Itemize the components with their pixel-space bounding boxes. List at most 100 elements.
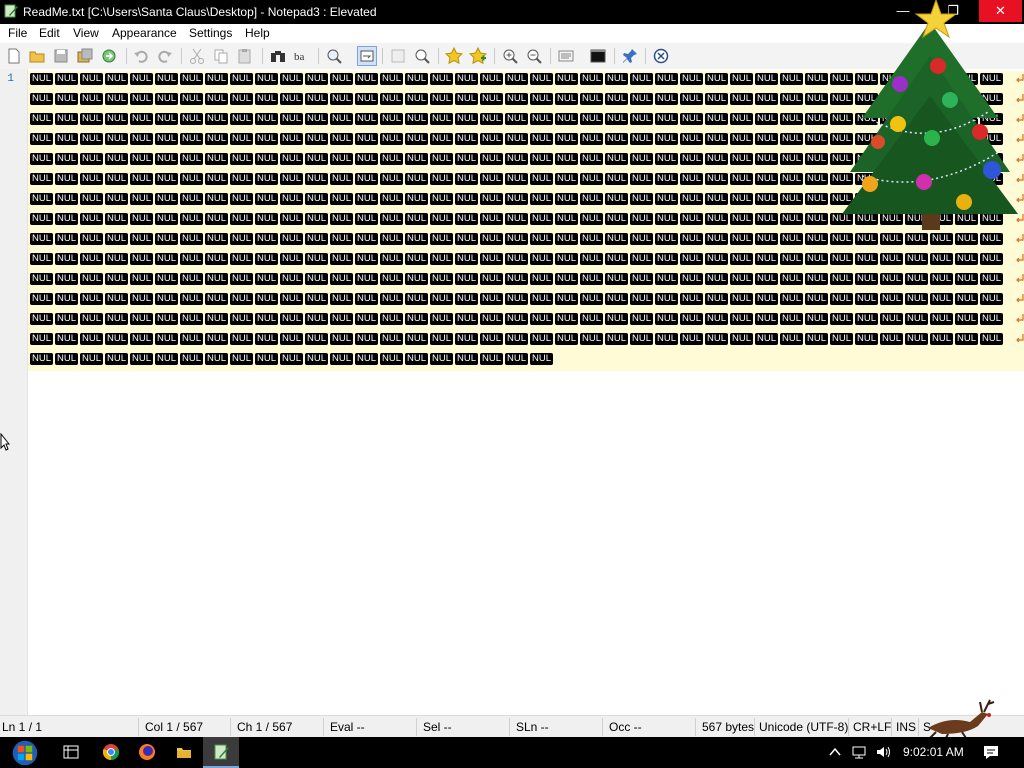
zoom-out-icon[interactable] (525, 47, 543, 65)
nul-character: NUL (205, 213, 228, 225)
save-icon[interactable] (52, 47, 70, 65)
redo-icon[interactable] (156, 47, 174, 65)
find-icon[interactable] (269, 47, 287, 65)
add-favorite-icon[interactable] (445, 47, 463, 65)
nul-character: NUL (130, 293, 153, 305)
find-in-files-icon[interactable] (325, 47, 343, 65)
status-insert-mode[interactable]: INS (896, 720, 916, 734)
nul-character: NUL (355, 233, 378, 245)
file-explorer-icon[interactable] (166, 737, 202, 768)
copy-icon[interactable] (212, 47, 230, 65)
taskbar-clock[interactable]: 9:02:01 AM (903, 745, 964, 759)
nul-character: NUL (855, 253, 878, 265)
nul-character: NUL (380, 133, 403, 145)
nul-character: NUL (480, 193, 503, 205)
action-center-icon[interactable] (982, 743, 1000, 761)
nul-character: NUL (280, 133, 303, 145)
exit-icon[interactable] (652, 47, 670, 65)
nul-character: NUL (730, 293, 753, 305)
nul-character: NUL (430, 193, 453, 205)
nul-character: NUL (755, 173, 778, 185)
nul-character: NUL (155, 193, 178, 205)
goto-icon[interactable] (389, 47, 407, 65)
nul-character: NUL (130, 253, 153, 265)
nul-character: NUL (80, 93, 103, 105)
nul-character: NUL (380, 353, 403, 365)
view-whitespace-icon[interactable] (557, 47, 575, 65)
reload-icon[interactable] (100, 47, 118, 65)
nul-character: NUL (130, 233, 153, 245)
nul-character: NUL (330, 153, 353, 165)
show-hidden-icons-icon[interactable] (826, 743, 844, 761)
nul-character: NUL (405, 253, 428, 265)
nul-character: NUL (255, 353, 278, 365)
nul-character: NUL (905, 333, 928, 345)
new-file-icon[interactable] (5, 47, 23, 65)
cut-icon[interactable] (188, 47, 206, 65)
nul-character: NUL (30, 213, 53, 225)
paste-icon[interactable] (236, 47, 254, 65)
nul-character: NUL (680, 153, 703, 165)
nul-character: NUL (455, 353, 478, 365)
menu-file[interactable]: File (8, 25, 27, 42)
start-orb-icon[interactable] (6, 737, 46, 768)
nul-character: NUL (380, 273, 403, 285)
nul-character: NUL (30, 333, 53, 345)
nul-character: NUL (455, 293, 478, 305)
christmas-tree-decoration (842, 0, 1018, 236)
nul-character: NUL (680, 73, 703, 85)
word-wrap-icon[interactable] (357, 46, 377, 66)
nul-character: NUL (405, 193, 428, 205)
nul-character: NUL (105, 93, 128, 105)
nul-character: NUL (680, 233, 703, 245)
nul-character: NUL (305, 153, 328, 165)
nul-character: NUL (105, 353, 128, 365)
nul-character: NUL (205, 313, 228, 325)
status-line-endings[interactable]: CR+LF (853, 720, 891, 734)
nul-character: NUL (155, 253, 178, 265)
nul-character: NUL (430, 273, 453, 285)
nul-character: NUL (80, 313, 103, 325)
zoom-icon[interactable] (413, 47, 431, 65)
menu-edit[interactable]: Edit (39, 25, 60, 42)
favorites-icon[interactable] (469, 47, 487, 65)
menu-help[interactable]: Help (245, 25, 270, 42)
menu-appearance[interactable]: Appearance (112, 25, 177, 42)
nul-character: NUL (655, 133, 678, 145)
nul-character: NUL (805, 73, 828, 85)
open-folder-icon[interactable] (28, 47, 46, 65)
nul-character: NUL (180, 193, 203, 205)
nul-character: NUL (480, 313, 503, 325)
terminal-icon[interactable] (589, 47, 607, 65)
nul-character: NUL (780, 273, 803, 285)
nul-character: NUL (530, 293, 553, 305)
firefox-icon[interactable] (129, 737, 165, 768)
network-icon[interactable] (850, 743, 868, 761)
menu-view[interactable]: View (73, 25, 99, 42)
pin-icon[interactable] (621, 47, 639, 65)
undo-icon[interactable] (132, 47, 150, 65)
nul-character: NUL (580, 133, 603, 145)
volume-icon[interactable] (874, 743, 892, 761)
status-encoding[interactable]: Unicode (UTF-8) (759, 720, 848, 734)
zoom-in-icon[interactable] (501, 47, 519, 65)
status-selected-lines: SLn -- (516, 720, 549, 734)
replace-icon[interactable]: ba (293, 47, 311, 65)
nul-character: NUL (180, 353, 203, 365)
nul-character: NUL (105, 193, 128, 205)
notepad3-icon[interactable] (203, 737, 239, 768)
nul-character: NUL (805, 313, 828, 325)
task-view-icon[interactable] (53, 737, 89, 768)
menu-settings[interactable]: Settings (189, 25, 232, 42)
nul-character: NUL (555, 313, 578, 325)
nul-character: NUL (755, 293, 778, 305)
nul-character: NUL (430, 333, 453, 345)
nul-character: NUL (280, 173, 303, 185)
chrome-icon[interactable] (93, 737, 129, 768)
nul-character: NUL (705, 173, 728, 185)
save-as-icon[interactable] (76, 47, 94, 65)
nul-character: NUL (330, 193, 353, 205)
nul-character: NUL (930, 333, 953, 345)
nul-character: NUL (805, 173, 828, 185)
nul-character: NUL (80, 113, 103, 125)
